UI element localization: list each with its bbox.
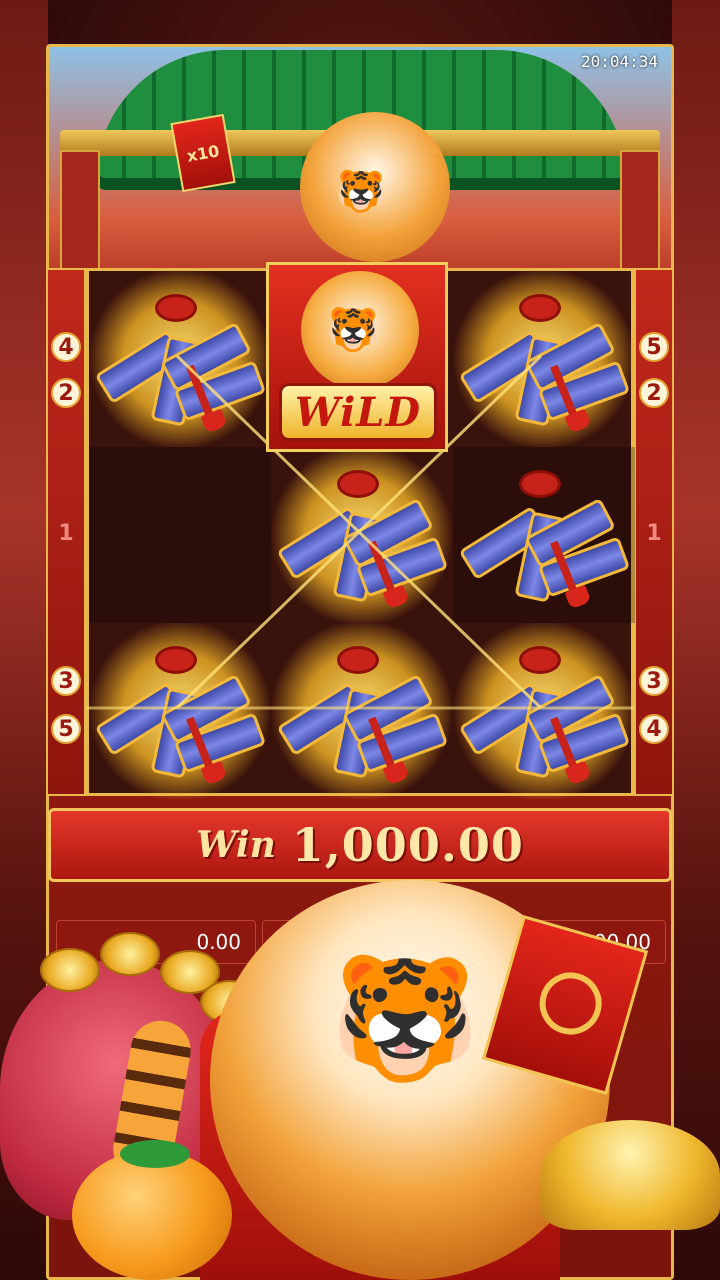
- temple-pillar-left: [60, 150, 100, 270]
- payline-column-right: 5 2 1 3 4: [634, 268, 674, 796]
- reel-cell: [271, 623, 453, 799]
- reel-cell-empty: [89, 447, 271, 623]
- background-right-panel: [672, 0, 720, 1280]
- balance-value: 0.00: [196, 930, 241, 954]
- firecracker-icon: [94, 646, 267, 786]
- win-amount: 1,000.00: [291, 818, 524, 872]
- tiger-wild-icon: 🐯: [301, 271, 419, 389]
- payline-number: 2: [51, 378, 81, 408]
- win-label: Win: [196, 824, 276, 866]
- firecracker-icon: [458, 294, 631, 434]
- tiger-face-icon: 🐯: [336, 169, 386, 215]
- reel-cell: [89, 623, 271, 799]
- payline-number: 4: [51, 332, 81, 362]
- wild-label: WiLD: [279, 383, 437, 441]
- payline-column-left: 4 2 1 3 5: [46, 268, 86, 796]
- temple-pillar-right: [620, 150, 660, 270]
- gold-ingot-icon: [540, 1120, 720, 1230]
- firecracker-icon: [276, 470, 449, 610]
- mandarin-orange-icon: [72, 1150, 232, 1280]
- firecracker-icon: [276, 646, 449, 786]
- payline-number: 5: [639, 332, 669, 362]
- tiger-face-icon: 🐯: [330, 950, 480, 1089]
- leaf-icon: [120, 1140, 190, 1168]
- payline-number: 2: [639, 378, 669, 408]
- gold-coin-icon: [40, 948, 100, 992]
- reel-cell: [453, 447, 635, 623]
- wild-symbol: 🐯 WiLD: [266, 262, 448, 452]
- reel-cell: [453, 271, 635, 447]
- payline-number: 4: [639, 714, 669, 744]
- reel-cell: [271, 447, 453, 623]
- payline-number: 5: [51, 714, 81, 744]
- reel-cell: [453, 623, 635, 799]
- firecracker-icon: [458, 646, 631, 786]
- reel-cell: [89, 271, 271, 447]
- status-clock: 20:04:34: [580, 52, 658, 71]
- tiger-face-icon: 🐯: [327, 305, 380, 354]
- payline-number: 1: [58, 520, 74, 546]
- firecracker-icon: [94, 294, 267, 434]
- win-banner: Win 1,000.00: [48, 808, 672, 882]
- firecracker-icon: [458, 470, 631, 610]
- gold-coin-icon: [100, 932, 160, 976]
- payline-number: 1: [646, 520, 662, 546]
- payline-number: 3: [639, 666, 669, 696]
- tiger-mascot-top-icon: 🐯: [300, 112, 450, 262]
- payline-number: 3: [51, 666, 81, 696]
